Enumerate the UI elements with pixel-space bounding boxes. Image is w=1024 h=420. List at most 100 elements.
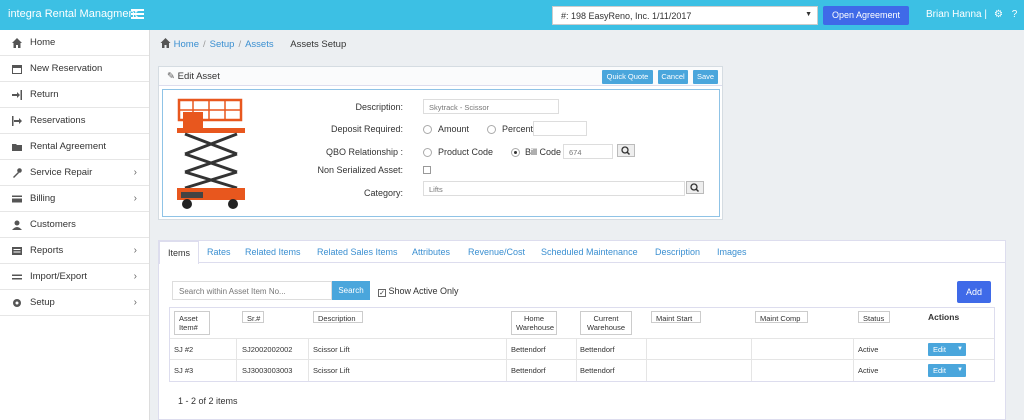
column-header[interactable]: Home Warehouse bbox=[511, 311, 557, 335]
app-brand: integra Rental Managment bbox=[8, 8, 138, 20]
cell-sr: SJ3003003003 bbox=[242, 366, 293, 375]
sidebar-item-label: Return bbox=[30, 89, 59, 100]
items-table: Asset Item# Sr.# Description Home Wareho… bbox=[169, 307, 995, 382]
cancel-button[interactable]: Cancel bbox=[658, 70, 688, 84]
folder-open-icon bbox=[12, 144, 22, 151]
search-button[interactable]: Search bbox=[332, 281, 370, 300]
product-code-radio[interactable] bbox=[423, 148, 432, 157]
sidebar-item-label: Service Repair bbox=[30, 167, 93, 178]
category-search-button[interactable] bbox=[686, 181, 704, 194]
tab-rates[interactable]: Rates bbox=[207, 247, 231, 257]
home-icon[interactable] bbox=[160, 38, 171, 48]
sidebar-item-setup[interactable]: Setup › bbox=[0, 290, 149, 316]
quick-quote-button[interactable]: Quick Quote bbox=[602, 70, 653, 84]
column-header[interactable]: Description bbox=[313, 311, 363, 323]
search-icon bbox=[621, 146, 631, 156]
edit-button[interactable]: Edit ▼ bbox=[928, 343, 966, 356]
deposit-percent-label: Percent bbox=[502, 124, 534, 134]
deposit-amount-radio[interactable] bbox=[423, 125, 432, 134]
sign-in-icon bbox=[12, 90, 22, 100]
deposit-required-label: Deposit Required: bbox=[330, 124, 403, 134]
open-agreement-button[interactable]: Open Agreement bbox=[823, 6, 909, 25]
sidebar-item-label: Reservations bbox=[30, 115, 86, 126]
sidebar-item-rental-agreement[interactable]: Rental Agreement bbox=[0, 134, 149, 160]
column-header[interactable]: Maint Comp bbox=[755, 311, 808, 323]
tab-related-sales-items[interactable]: Related Sales Items bbox=[317, 247, 398, 257]
cell-current-warehouse: Bettendorf bbox=[580, 366, 615, 375]
show-active-only[interactable]: ✓ Show Active Only bbox=[378, 286, 459, 297]
sidebar-item-label: Rental Agreement bbox=[30, 141, 107, 152]
tab-description[interactable]: Description bbox=[655, 247, 700, 257]
chevron-down-icon[interactable]: ▼ bbox=[957, 364, 963, 377]
column-header[interactable]: Status bbox=[858, 311, 890, 323]
asset-item-search-input[interactable]: Search within Asset Item No... bbox=[172, 281, 332, 300]
tab-revenue-cost[interactable]: Revenue/Cost bbox=[468, 247, 525, 257]
add-button[interactable]: Add bbox=[957, 281, 991, 303]
gear-icon[interactable]: ⚙ bbox=[993, 9, 1004, 20]
home-icon bbox=[12, 38, 22, 48]
column-header[interactable]: Asset Item# bbox=[174, 311, 210, 335]
save-button[interactable]: Save bbox=[693, 70, 718, 84]
column-header: Actions bbox=[928, 312, 960, 322]
tab-attributes[interactable]: Attributes bbox=[412, 247, 450, 257]
cell-home-warehouse: Bettendorf bbox=[511, 366, 546, 375]
column-header[interactable]: Current Warehouse bbox=[580, 311, 632, 335]
menu-toggle-icon[interactable] bbox=[131, 9, 144, 20]
agreement-select[interactable]: #: 198 EasyReno, Inc. 1/11/2017 ▼ bbox=[552, 6, 818, 25]
help-icon[interactable]: ? bbox=[1009, 9, 1020, 20]
column-header[interactable]: Maint Start bbox=[651, 311, 701, 323]
tab-scheduled-maintenance[interactable]: Scheduled Maintenance bbox=[541, 247, 638, 257]
chevron-down-icon: ▼ bbox=[805, 11, 812, 18]
gear-icon bbox=[13, 299, 21, 307]
show-active-checkbox[interactable]: ✓ bbox=[378, 289, 386, 297]
sidebar-item-reports[interactable]: Reports › bbox=[0, 238, 149, 264]
sidebar-item-new-reservation[interactable]: New Reservation bbox=[0, 56, 149, 82]
chevron-right-icon: › bbox=[133, 297, 137, 308]
sidebar-item-label: Home bbox=[30, 37, 56, 48]
sidebar-item-service-repair[interactable]: Service Repair › bbox=[0, 160, 149, 186]
sidebar: Home New Reservation Return Reservations… bbox=[0, 30, 150, 420]
wrench-icon bbox=[13, 168, 22, 178]
chevron-right-icon: › bbox=[133, 245, 137, 256]
deposit-percent-radio[interactable] bbox=[487, 125, 496, 134]
tab-items[interactable]: Items bbox=[159, 241, 200, 264]
edit-asset-panel: ✎ Edit Asset Quick Quote Cancel Save Des… bbox=[158, 66, 723, 220]
chevron-right-icon: › bbox=[133, 193, 137, 204]
tab-images[interactable]: Images bbox=[717, 247, 747, 257]
bill-code-input[interactable]: 674 bbox=[563, 144, 613, 159]
breadcrumb-setup[interactable]: Setup bbox=[210, 39, 235, 50]
breadcrumb-home[interactable]: Home bbox=[174, 39, 199, 50]
sidebar-item-home[interactable]: Home bbox=[0, 30, 149, 56]
cell-description: Scissor Lift bbox=[313, 366, 350, 375]
chevron-right-icon: › bbox=[133, 271, 137, 282]
bill-code-radio[interactable] bbox=[511, 148, 520, 157]
sidebar-item-label: Import/Export bbox=[30, 271, 88, 282]
category-input[interactable]: Lifts bbox=[423, 181, 685, 196]
sidebar-item-label: Reports bbox=[30, 245, 64, 256]
user-name[interactable]: Brian Hanna | bbox=[926, 9, 987, 20]
deposit-amount-label: Amount bbox=[438, 124, 470, 134]
description-input[interactable]: Skytrack - Scissor bbox=[423, 99, 559, 114]
bill-code-search-button[interactable] bbox=[617, 144, 635, 157]
breadcrumb-assets[interactable]: Assets bbox=[245, 39, 274, 50]
deposit-value-input[interactable] bbox=[533, 121, 587, 136]
tab-related-items[interactable]: Related Items bbox=[245, 247, 301, 257]
cell-item: SJ #3 bbox=[174, 366, 194, 375]
bill-code-label: Bill Code bbox=[525, 147, 562, 157]
sidebar-item-import-export[interactable]: Import/Export › bbox=[0, 264, 149, 290]
non-serialized-checkbox[interactable] bbox=[423, 166, 431, 174]
chevron-down-icon[interactable]: ▼ bbox=[957, 343, 963, 356]
sidebar-item-return[interactable]: Return bbox=[0, 82, 149, 108]
sidebar-item-customers[interactable]: Customers bbox=[0, 212, 149, 238]
edit-button[interactable]: Edit ▼ bbox=[928, 364, 966, 377]
show-active-label: Show Active Only bbox=[388, 286, 459, 296]
category-label: Category: bbox=[363, 188, 403, 198]
cell-sr: SJ2002002002 bbox=[242, 345, 293, 354]
cell-status: Active bbox=[858, 345, 879, 354]
product-code-label: Product Code bbox=[438, 147, 494, 157]
breadcrumb-current: Assets Setup bbox=[290, 39, 347, 50]
column-header[interactable]: Sr.# bbox=[242, 311, 264, 323]
sidebar-item-reservations[interactable]: Reservations bbox=[0, 108, 149, 134]
cell-item: SJ #2 bbox=[174, 345, 194, 354]
sidebar-item-billing[interactable]: Billing › bbox=[0, 186, 149, 212]
